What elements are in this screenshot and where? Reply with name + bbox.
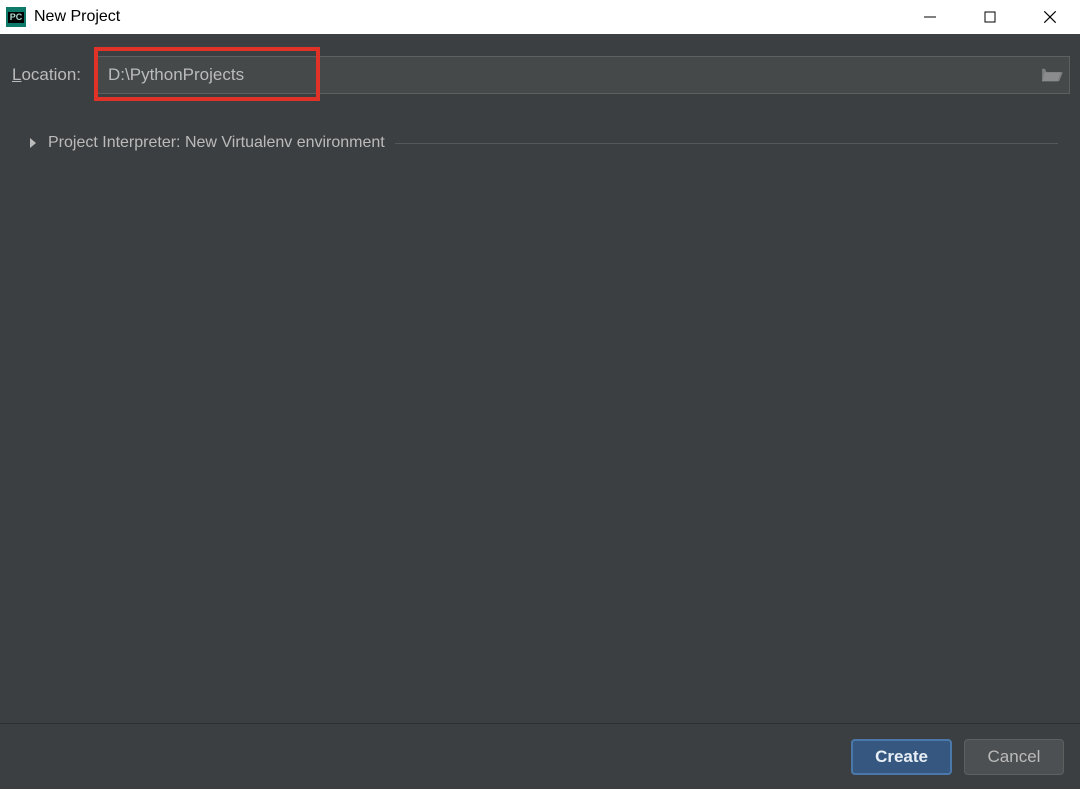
location-input-wrapper: [97, 56, 1070, 94]
interpreter-section-header[interactable]: Project Interpreter: New Virtualenv envi…: [28, 134, 1058, 152]
window-controls: [900, 0, 1080, 34]
title-bar: PC New Project: [0, 0, 1080, 34]
location-input[interactable]: [108, 65, 1041, 85]
location-row: Location:: [10, 56, 1070, 94]
chevron-right-icon: [28, 138, 38, 148]
maximize-icon: [983, 10, 997, 24]
cancel-button[interactable]: Cancel: [964, 739, 1064, 775]
window-title: New Project: [34, 8, 900, 26]
section-divider: [395, 143, 1058, 144]
content-spacer: [10, 152, 1070, 723]
folder-open-icon[interactable]: [1041, 66, 1063, 84]
dialog-footer: Create Cancel: [0, 723, 1080, 789]
create-button[interactable]: Create: [851, 739, 952, 775]
location-label-rest: ocation:: [21, 65, 81, 84]
location-label: Location:: [12, 65, 81, 85]
maximize-button[interactable]: [960, 0, 1020, 34]
dialog-content: Location: Project Interpreter: New Virtu…: [0, 34, 1080, 723]
minimize-button[interactable]: [900, 0, 960, 34]
interpreter-section-label: Project Interpreter: New Virtualenv envi…: [48, 134, 385, 152]
app-icon: PC: [6, 7, 26, 27]
close-button[interactable]: [1020, 0, 1080, 34]
app-icon-text: PC: [8, 12, 25, 23]
close-icon: [1042, 9, 1058, 25]
minimize-icon: [923, 10, 937, 24]
